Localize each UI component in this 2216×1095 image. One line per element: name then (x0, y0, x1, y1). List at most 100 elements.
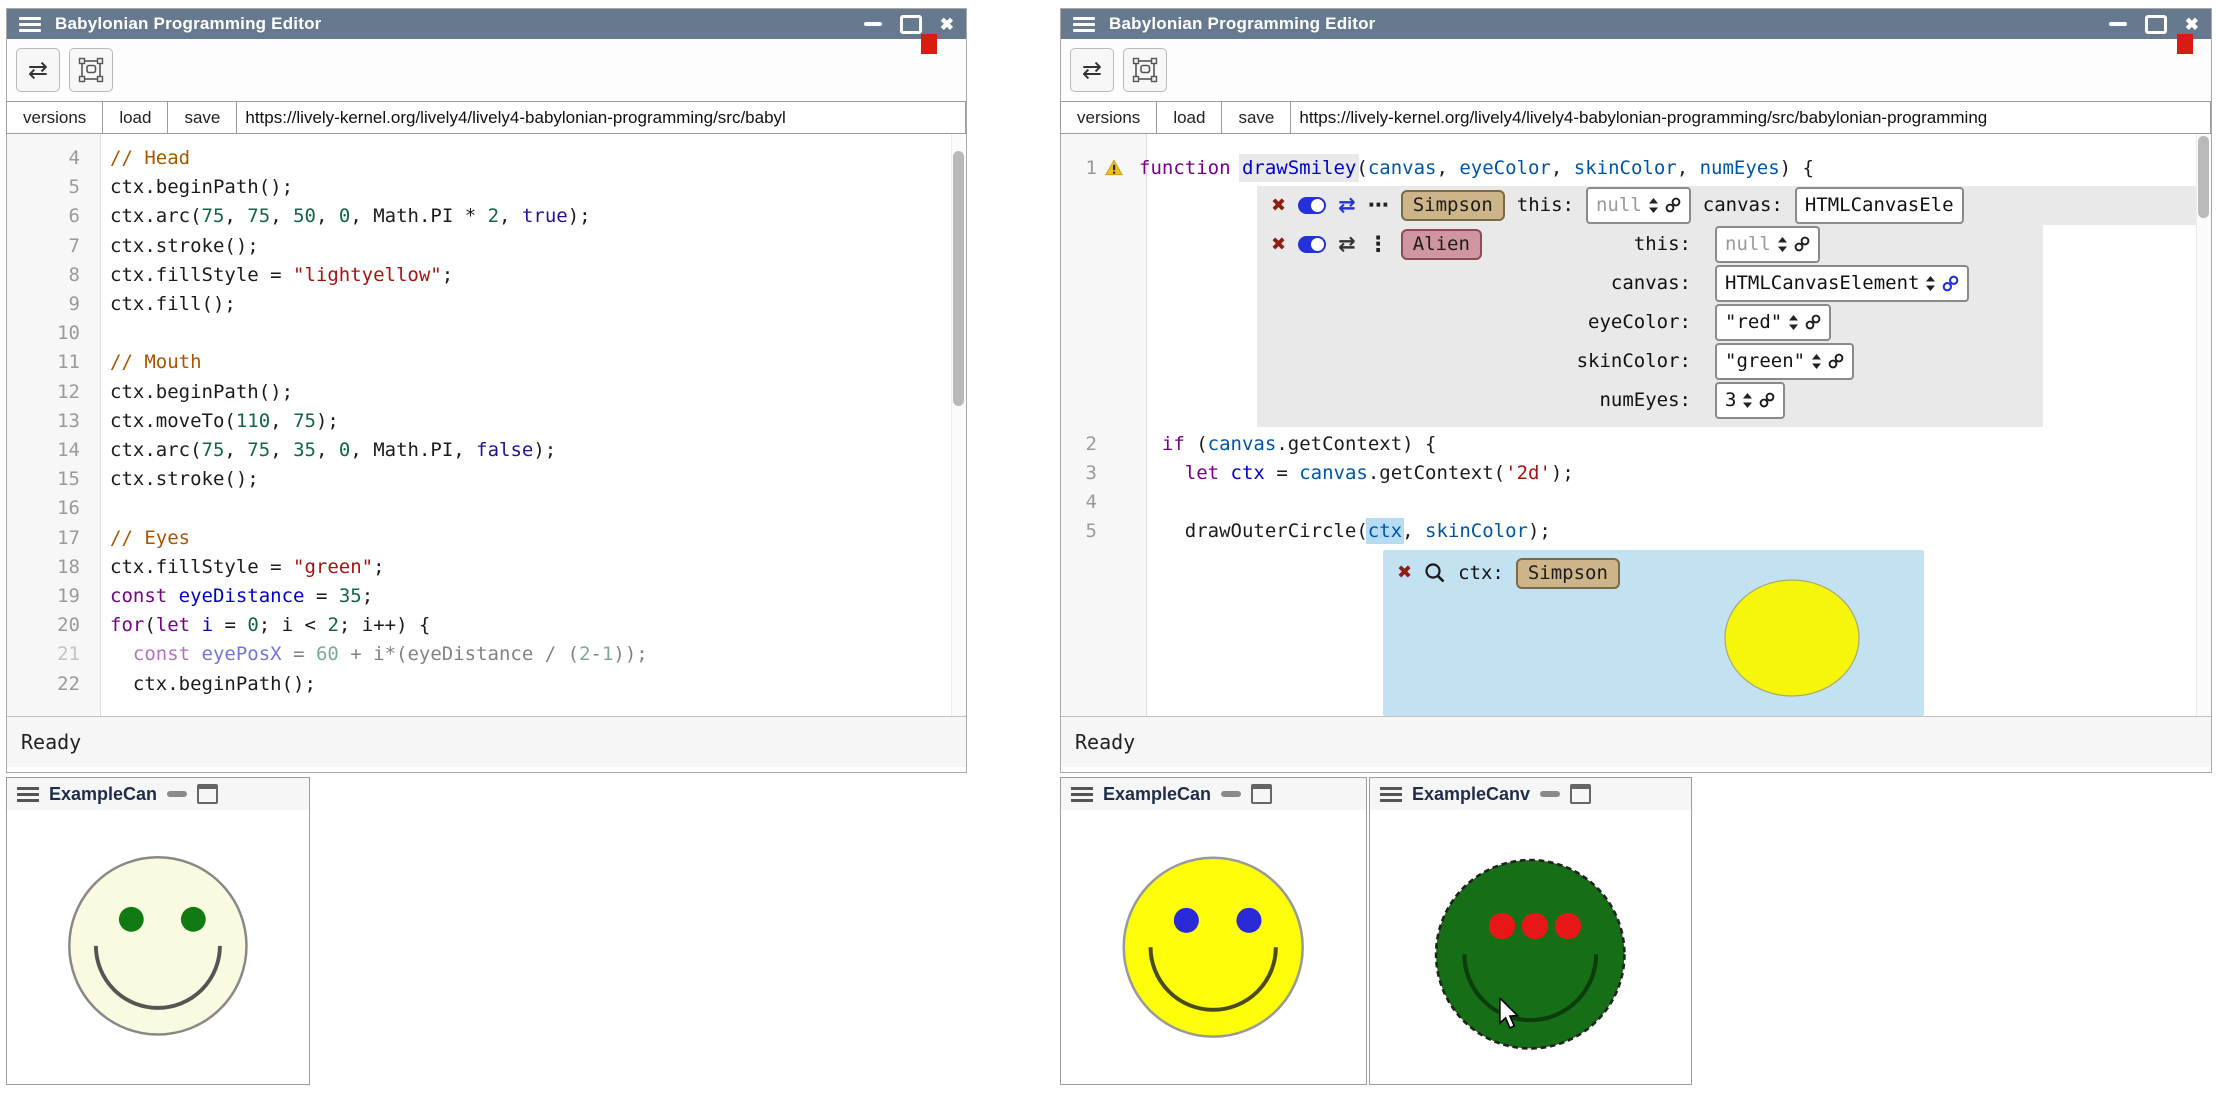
line-number: 22 (7, 670, 100, 699)
example-row-simpson: ✖ ⇄ ⋯ Simpson this: null canvas: HTMLCan… (1257, 186, 2196, 225)
swap-button[interactable]: ⇄ (16, 48, 60, 92)
versions-button[interactable]: versions (6, 101, 103, 134)
this-input[interactable]: null (1586, 187, 1691, 224)
code-line[interactable]: 13ctx.moveTo(110, 75); (7, 407, 966, 436)
code-line[interactable]: 5ctx.beginPath(); (7, 173, 966, 202)
stepper-icon[interactable] (1926, 276, 1935, 291)
code-line[interactable]: 1function drawSmiley(canvas, eyeColor, s… (1061, 154, 2211, 183)
example-badge-alien[interactable]: Alien (1401, 229, 1482, 260)
transform-button[interactable] (1123, 48, 1167, 92)
menu-icon[interactable] (17, 787, 39, 802)
magnifier-icon[interactable] (1424, 562, 1446, 584)
swap-example-icon[interactable]: ⇄ (1338, 234, 1356, 255)
param-input[interactable]: "red" (1715, 304, 1831, 341)
stepper-icon[interactable] (1789, 315, 1798, 330)
line-number: 9 (7, 290, 100, 319)
code-line[interactable]: 3 let ctx = canvas.getContext('2d'); (1061, 459, 2211, 488)
menu-icon[interactable] (19, 17, 41, 32)
swap-button[interactable]: ⇄ (1070, 48, 1114, 92)
code-editor[interactable]: 4// Head5ctx.beginPath();6ctx.arc(75, 75… (7, 134, 966, 716)
code-line[interactable]: 19const eyeDistance = 35; (7, 582, 966, 611)
maximize-icon[interactable] (2145, 15, 2167, 34)
code-line[interactable]: 9ctx.fill(); (7, 290, 966, 319)
delete-example-icon[interactable]: ✖ (1271, 197, 1286, 215)
this-input[interactable]: null (1715, 226, 1820, 263)
code-line[interactable]: 4// Head (7, 144, 966, 173)
minimize-icon[interactable] (1540, 791, 1560, 797)
maximize-icon[interactable] (1251, 784, 1272, 804)
dots-horizontal-icon[interactable]: ⋯ (1368, 195, 1389, 216)
stepper-icon[interactable] (1649, 198, 1658, 213)
code-line[interactable]: 4 (1061, 488, 2211, 517)
mouse-cursor (1498, 998, 1520, 1030)
vertical-scrollbar[interactable] (951, 134, 966, 716)
save-button[interactable]: save (1221, 101, 1291, 134)
delete-example-icon[interactable]: ✖ (1271, 236, 1286, 254)
param-input[interactable]: HTMLCanvasElement (1715, 265, 1969, 302)
link-icon[interactable] (1794, 236, 1810, 252)
swap-example-icon[interactable]: ⇄ (1338, 195, 1356, 216)
code-line[interactable]: 14ctx.arc(75, 75, 35, 0, Math.PI, false)… (7, 436, 966, 465)
titlebar[interactable]: Babylonian Programming Editor ✖ (7, 9, 966, 39)
code-line[interactable]: 12ctx.beginPath(); (7, 378, 966, 407)
close-icon[interactable]: ✖ (2185, 16, 2199, 33)
minimize-icon[interactable] (1221, 791, 1241, 797)
maximize-icon[interactable] (197, 784, 218, 804)
titlebar[interactable]: ExampleCanv (1370, 778, 1691, 811)
titlebar[interactable]: Babylonian Programming Editor ✖ (1061, 9, 2211, 39)
code-line[interactable]: 11// Mouth (7, 348, 966, 377)
code-editor[interactable]: ✖ ⇄ ⋯ Simpson this: null canvas: HTMLCan… (1061, 134, 2211, 716)
maximize-icon[interactable] (1570, 784, 1591, 804)
example-badge-simpson[interactable]: Simpson (1401, 190, 1505, 221)
load-button[interactable]: load (102, 101, 168, 134)
titlebar[interactable]: ExampleCan (1061, 778, 1366, 811)
url-field[interactable]: https://lively-kernel.org/lively4/lively… (1290, 101, 2211, 134)
scrollbar-thumb[interactable] (2198, 136, 2209, 218)
code-line[interactable]: 17// Eyes (7, 524, 966, 553)
stepper-icon[interactable] (1812, 354, 1821, 369)
menu-icon[interactable] (1071, 787, 1093, 802)
code-line[interactable]: 6ctx.arc(75, 75, 50, 0, Math.PI * 2, tru… (7, 202, 966, 231)
code-line[interactable]: 20for(let i = 0; i < 2; i++) { (7, 611, 966, 640)
close-icon[interactable]: ✖ (940, 16, 954, 33)
url-field[interactable]: https://lively-kernel.org/lively4/lively… (236, 101, 966, 134)
minimize-icon[interactable] (864, 22, 882, 26)
param-input[interactable]: 3 (1715, 382, 1785, 419)
transform-button[interactable] (69, 48, 113, 92)
link-icon[interactable] (1665, 197, 1681, 213)
versions-button[interactable]: versions (1060, 101, 1157, 134)
param-input[interactable]: "green" (1715, 343, 1854, 380)
menu-icon[interactable] (1073, 17, 1095, 32)
save-button[interactable]: save (167, 101, 237, 134)
code-line[interactable]: 8ctx.fillStyle = "lightyellow"; (7, 261, 966, 290)
code-line[interactable]: 15ctx.stroke(); (7, 465, 966, 494)
close-probe-icon[interactable]: ✖ (1397, 564, 1412, 582)
minimize-icon[interactable] (2109, 22, 2127, 26)
menu-icon[interactable] (1380, 787, 1402, 802)
link-icon[interactable] (1759, 392, 1775, 408)
load-button[interactable]: load (1156, 101, 1222, 134)
code-line[interactable]: 18ctx.fillStyle = "green"; (7, 553, 966, 582)
minimize-icon[interactable] (167, 791, 187, 797)
link-icon-active[interactable] (1942, 275, 1959, 292)
titlebar[interactable]: ExampleCan (7, 778, 309, 811)
probe-example-badge[interactable]: Simpson (1516, 558, 1620, 589)
scrollbar-thumb[interactable] (953, 151, 964, 406)
stepper-icon[interactable] (1743, 393, 1752, 408)
code-line[interactable]: 22 ctx.beginPath(); (7, 670, 966, 699)
dots-vertical-icon[interactable]: ⋮ (1368, 234, 1389, 255)
stepper-icon[interactable] (1778, 237, 1787, 252)
vertical-scrollbar[interactable] (2196, 134, 2211, 716)
example-toggle[interactable] (1298, 197, 1326, 214)
code-line[interactable]: 10 (7, 319, 966, 348)
code-line[interactable]: 21 const eyePosX = 60 + i*(eyeDistance /… (7, 640, 966, 669)
maximize-icon[interactable] (900, 15, 922, 34)
code-line[interactable]: 16 (7, 494, 966, 523)
code-line[interactable]: 2 if (canvas.getContext) { (1061, 430, 2211, 459)
example-toggle[interactable] (1298, 236, 1326, 253)
link-icon[interactable] (1805, 314, 1821, 330)
canvas-input[interactable]: HTMLCanvasEle (1795, 187, 1964, 224)
code-line[interactable]: 7ctx.stroke(); (7, 232, 966, 261)
link-icon[interactable] (1828, 353, 1844, 369)
code-line[interactable]: 5 drawOuterCircle(ctx, skinColor); (1061, 517, 2211, 546)
